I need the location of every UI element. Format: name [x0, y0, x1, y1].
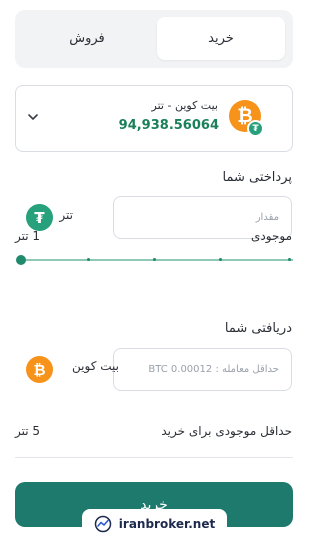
receive-amount-field[interactable] [113, 348, 292, 391]
pay-label: پرداختی شما [222, 170, 293, 185]
chevron-down-icon [28, 114, 38, 120]
amount-slider[interactable] [15, 252, 293, 268]
slider-tick [288, 258, 291, 261]
divider [15, 457, 293, 458]
receive-asset-label: بیت کوین [72, 359, 119, 373]
watermark: iranbroker.net [82, 509, 227, 539]
receive-amount-input[interactable] [114, 349, 291, 390]
slider-tick [219, 258, 222, 261]
pair-name: بیت کوین - تتر [151, 99, 218, 112]
slider-track [21, 259, 293, 261]
bitcoin-icon: ₿ [26, 356, 53, 383]
tether-icon: ₮ [247, 120, 264, 137]
iranbroker-logo-icon [94, 515, 112, 533]
receive-label: دریافتی شما [224, 321, 292, 336]
balance-value: 1 تتر [15, 229, 41, 243]
min-balance-value: 5 تتر [15, 424, 41, 438]
watermark-text: iranbroker.net [118, 517, 216, 531]
currency-selector[interactable]: بیت کوین - تتر 94,938.56064 ₿ ₮ [15, 85, 293, 152]
slider-tick [87, 258, 90, 261]
tab-buy[interactable]: خرید [157, 17, 285, 60]
pay-asset-label: تتر [59, 208, 73, 222]
slider-thumb[interactable] [16, 255, 26, 265]
balance-label: موجودی [251, 229, 292, 243]
slider-tick [153, 258, 156, 261]
tab-sell[interactable]: فروش [23, 17, 151, 60]
tether-icon: ₮ [26, 204, 53, 231]
min-balance-label: حداقل موجودی برای خرید [161, 424, 292, 438]
pair-price: 94,938.56064 [118, 118, 219, 133]
trade-type-tabs: خرید فروش [15, 10, 293, 68]
